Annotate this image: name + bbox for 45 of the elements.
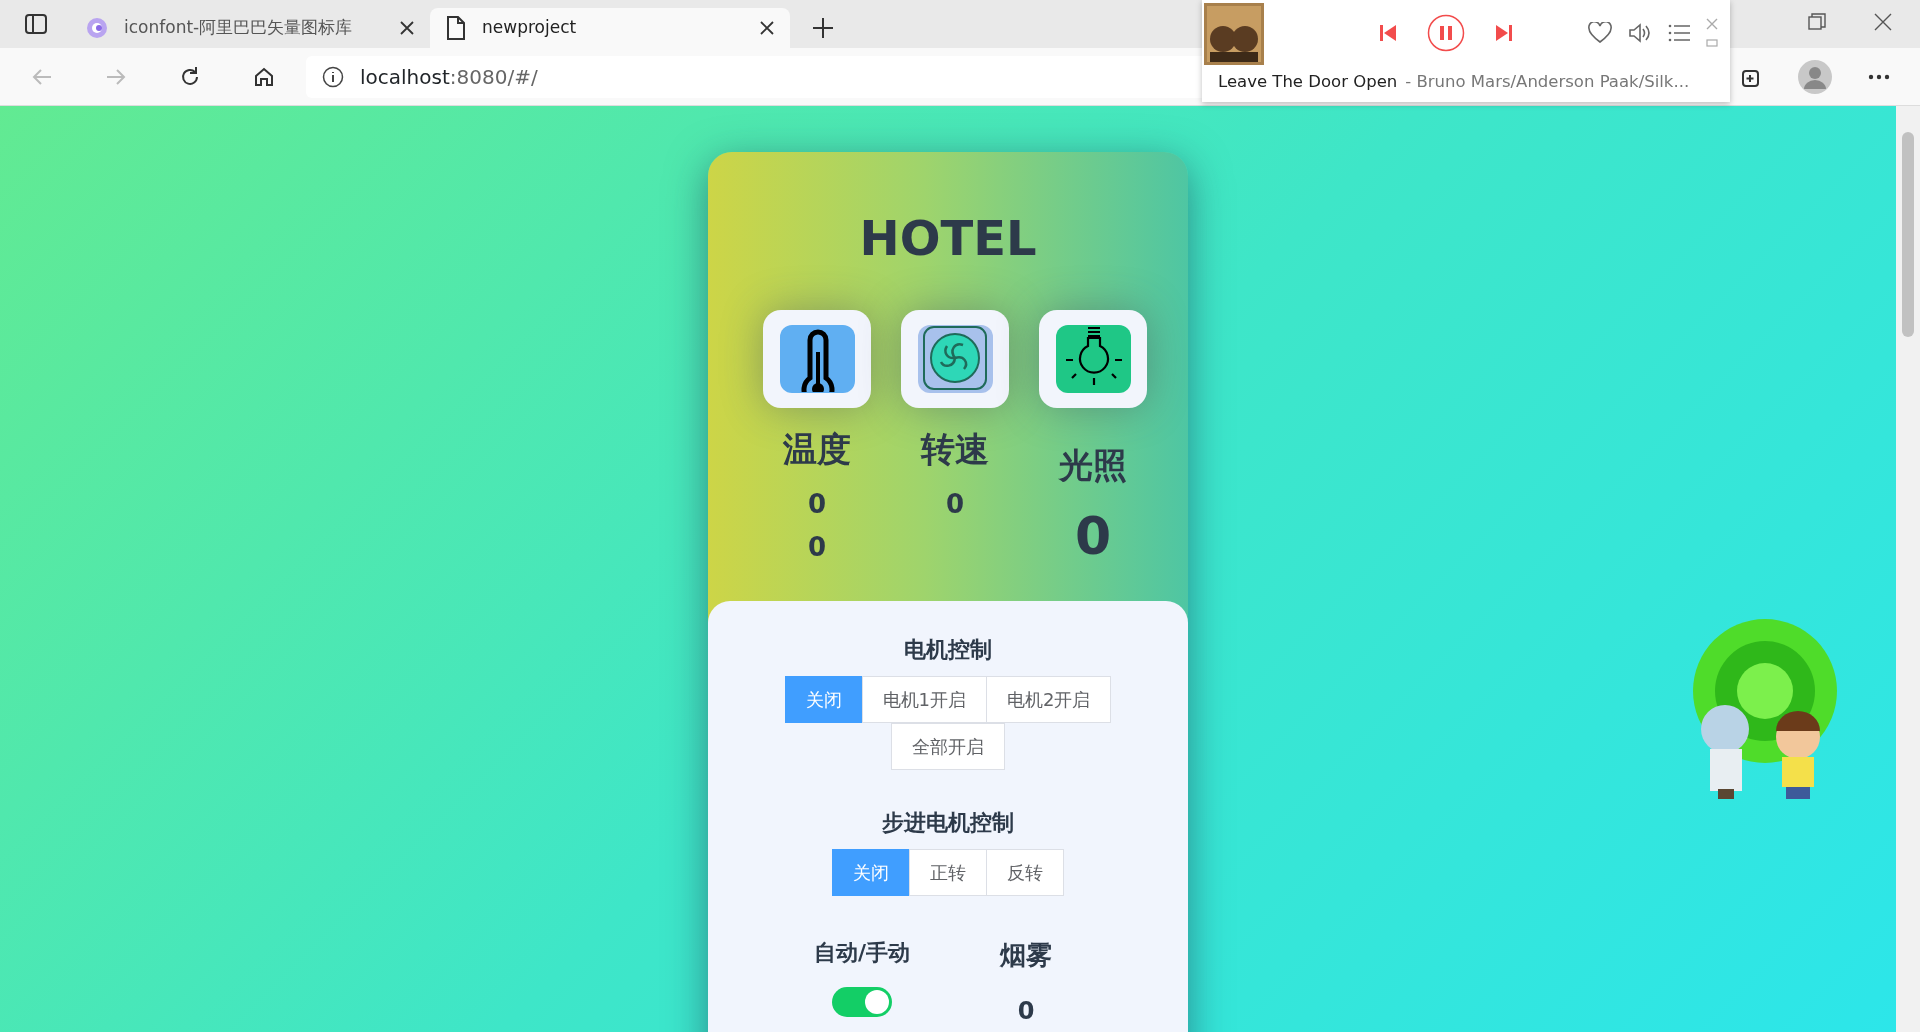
heart-icon[interactable] [1588,22,1612,44]
radio-button[interactable]: 正转 [909,849,987,896]
swirl-icon [86,17,108,39]
sidebar-icon[interactable] [24,13,48,35]
sensor-label: 光照 [1059,444,1127,487]
page-icon [446,16,466,40]
radio-button[interactable]: 反转 [986,849,1064,896]
toggle-label: 自动/手动 [813,939,910,967]
reload-icon[interactable] [179,65,201,88]
sensor-value: 0 [807,488,827,521]
sensor-value: 0 [1074,505,1112,568]
sensor-value: 0 [945,488,965,521]
close-icon[interactable] [760,21,774,35]
browser-tab[interactable]: iconfont-阿里巴巴矢量图标库 [70,8,430,48]
profile-icon[interactable] [1798,59,1832,94]
radio-button[interactable]: 全部开启 [891,723,1005,770]
section-title: 步进电机控制 [882,809,1014,837]
smoke-label: 烟雾 [1000,939,1052,972]
volume-icon[interactable] [1628,22,1652,44]
radio-button[interactable]: 电机2开启 [986,676,1112,723]
song-artist: - Bruno Mars/Anderson Paak/Silk... [1405,71,1690,93]
smoke-value: 0 [1017,996,1035,1027]
new-tab-icon[interactable] [812,17,834,39]
toggle-switch[interactable] [832,987,892,1017]
sensor-label: 温度 [783,428,851,471]
song-title: Leave The Door Open [1218,71,1398,93]
radio-button[interactable]: 电机1开启 [861,676,987,723]
next-icon[interactable] [1495,24,1513,42]
sensor-label: 转速 [921,428,989,471]
browser-tab[interactable]: newproject [430,8,790,48]
playlist-icon[interactable] [1668,23,1690,43]
pause-icon[interactable] [1427,14,1465,52]
close-icon[interactable] [1874,13,1892,31]
restore-icon[interactable] [1808,13,1826,31]
previous-icon[interactable] [1379,24,1397,42]
scrollbar-thumb[interactable] [1902,132,1914,337]
info-icon[interactable] [322,65,344,88]
card-title: HOTEL [858,209,1038,262]
section-title: 电机控制 [904,636,992,664]
address-field[interactable]: localhost:8080/#/ [360,61,538,92]
home-icon[interactable] [253,65,275,88]
sensor-value: 0 [807,530,827,564]
more-icon[interactable] [1868,73,1890,80]
close-icon[interactable] [400,21,414,35]
scrollbar[interactable] [1896,106,1920,1032]
